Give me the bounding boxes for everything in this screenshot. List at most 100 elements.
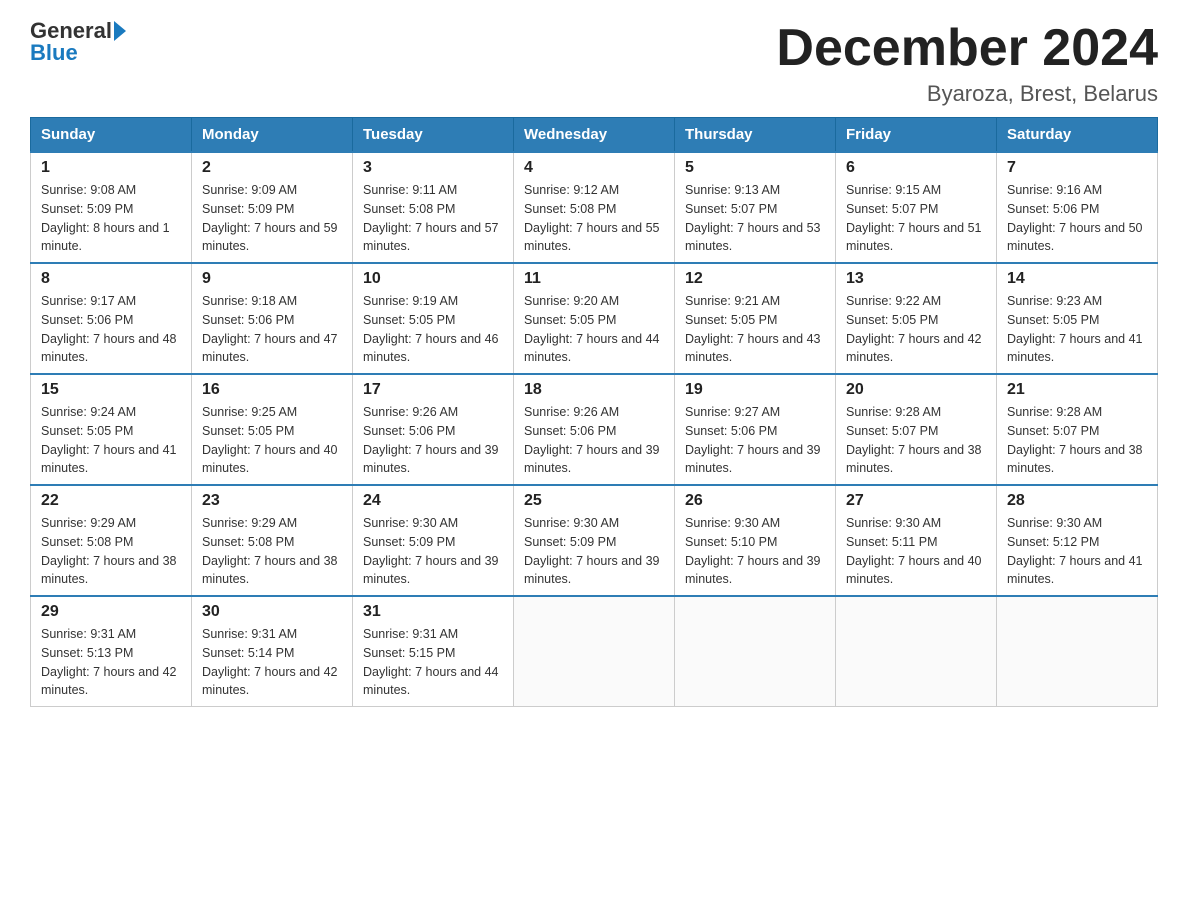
day-number: 22	[41, 492, 181, 510]
day-info: Sunrise: 9:30 AMSunset: 5:11 PMDaylight:…	[846, 514, 986, 589]
day-info: Sunrise: 9:26 AMSunset: 5:06 PMDaylight:…	[363, 403, 503, 478]
calendar-cell-week5-day4	[675, 596, 836, 707]
day-number: 4	[524, 159, 664, 177]
day-info: Sunrise: 9:12 AMSunset: 5:08 PMDaylight:…	[524, 181, 664, 256]
day-info: Sunrise: 9:29 AMSunset: 5:08 PMDaylight:…	[202, 514, 342, 589]
day-number: 23	[202, 492, 342, 510]
day-number: 6	[846, 159, 986, 177]
week-row-1: 1Sunrise: 9:08 AMSunset: 5:09 PMDaylight…	[31, 152, 1158, 263]
calendar-cell-week2-day4: 12 Sunrise: 9:21 AMSunset: 5:05 PMDayligh…	[675, 263, 836, 374]
day-info: Sunrise: 9:26 AMSunset: 5:06 PMDaylight:…	[524, 403, 664, 478]
day-info: Sunrise: 9:20 AMSunset: 5:05 PMDaylight:…	[524, 292, 664, 367]
calendar-cell-week3-day0: 15 Sunrise: 9:24 AMSunset: 5:05 PMDayligh…	[31, 374, 192, 485]
logo-arrow-icon	[114, 21, 126, 41]
day-info: Sunrise: 9:23 AMSunset: 5:05 PMDaylight:…	[1007, 292, 1147, 367]
day-number: 15	[41, 381, 181, 399]
calendar-cell-week5-day5	[836, 596, 997, 707]
calendar-cell-week5-day0: 29Sunrise: 9:31 AMSunset: 5:13 PMDayligh…	[31, 596, 192, 707]
logo: General Blue	[30, 20, 126, 64]
day-number: 25	[524, 492, 664, 510]
day-number: 10	[363, 270, 503, 288]
calendar-cell-week1-day1: 2Sunrise: 9:09 AMSunset: 5:09 PMDaylight…	[192, 152, 353, 263]
month-title: December 2024	[776, 20, 1158, 77]
calendar-cell-week4-day3: 25Sunrise: 9:30 AMSunset: 5:09 PMDayligh…	[514, 485, 675, 596]
day-number: 30	[202, 603, 342, 621]
day-info: Sunrise: 9:24 AMSunset: 5:05 PMDaylight:…	[41, 403, 181, 478]
day-number: 18	[524, 381, 664, 399]
calendar-cell-week4-day0: 22 Sunrise: 9:29 AMSunset: 5:08 PMDayligh…	[31, 485, 192, 596]
calendar-cell-week5-day3	[514, 596, 675, 707]
calendar-cell-week3-day2: 17 Sunrise: 9:26 AMSunset: 5:06 PMDayligh…	[353, 374, 514, 485]
header-sunday: Sunday	[31, 118, 192, 153]
page-header: General Blue December 2024 Byaroza, Bres…	[30, 20, 1158, 107]
calendar-cell-week4-day6: 28Sunrise: 9:30 AMSunset: 5:12 PMDayligh…	[997, 485, 1158, 596]
calendar-cell-week3-day4: 19 Sunrise: 9:27 AMSunset: 5:06 PMDayligh…	[675, 374, 836, 485]
calendar-cell-week5-day1: 30 Sunrise: 9:31 AMSunset: 5:14 PMDayligh…	[192, 596, 353, 707]
day-info: Sunrise: 9:15 AMSunset: 5:07 PMDaylight:…	[846, 181, 986, 256]
calendar-header-row: SundayMondayTuesdayWednesdayThursdayFrid…	[31, 118, 1158, 153]
calendar-cell-week2-day3: 11 Sunrise: 9:20 AMSunset: 5:05 PMDayligh…	[514, 263, 675, 374]
day-number: 13	[846, 270, 986, 288]
calendar-cell-week4-day4: 26 Sunrise: 9:30 AMSunset: 5:10 PMDayligh…	[675, 485, 836, 596]
calendar-cell-week1-day2: 3Sunrise: 9:11 AMSunset: 5:08 PMDaylight…	[353, 152, 514, 263]
calendar-cell-week3-day1: 16Sunrise: 9:25 AMSunset: 5:05 PMDayligh…	[192, 374, 353, 485]
day-info: Sunrise: 9:31 AMSunset: 5:14 PMDaylight:…	[202, 625, 342, 700]
day-info: Sunrise: 9:27 AMSunset: 5:06 PMDaylight:…	[685, 403, 825, 478]
day-info: Sunrise: 9:31 AMSunset: 5:13 PMDaylight:…	[41, 625, 181, 700]
day-number: 26	[685, 492, 825, 510]
logo-general: General	[30, 20, 112, 42]
day-number: 27	[846, 492, 986, 510]
day-number: 17	[363, 381, 503, 399]
calendar-cell-week2-day1: 9 Sunrise: 9:18 AMSunset: 5:06 PMDaylight…	[192, 263, 353, 374]
day-info: Sunrise: 9:21 AMSunset: 5:05 PMDaylight:…	[685, 292, 825, 367]
calendar-cell-week3-day3: 18 Sunrise: 9:26 AMSunset: 5:06 PMDayligh…	[514, 374, 675, 485]
day-number: 11	[524, 270, 664, 288]
header-wednesday: Wednesday	[514, 118, 675, 153]
calendar-cell-week2-day0: 8Sunrise: 9:17 AMSunset: 5:06 PMDaylight…	[31, 263, 192, 374]
day-info: Sunrise: 9:28 AMSunset: 5:07 PMDaylight:…	[846, 403, 986, 478]
day-number: 20	[846, 381, 986, 399]
day-info: Sunrise: 9:08 AMSunset: 5:09 PMDaylight:…	[41, 181, 181, 256]
day-number: 19	[685, 381, 825, 399]
day-number: 14	[1007, 270, 1147, 288]
day-number: 8	[41, 270, 181, 288]
day-info: Sunrise: 9:29 AMSunset: 5:08 PMDaylight:…	[41, 514, 181, 589]
calendar-cell-week3-day6: 21 Sunrise: 9:28 AMSunset: 5:07 PMDayligh…	[997, 374, 1158, 485]
header-monday: Monday	[192, 118, 353, 153]
day-info: Sunrise: 9:28 AMSunset: 5:07 PMDaylight:…	[1007, 403, 1147, 478]
calendar-cell-week1-day3: 4 Sunrise: 9:12 AMSunset: 5:08 PMDaylight…	[514, 152, 675, 263]
week-row-2: 8Sunrise: 9:17 AMSunset: 5:06 PMDaylight…	[31, 263, 1158, 374]
day-info: Sunrise: 9:31 AMSunset: 5:15 PMDaylight:…	[363, 625, 503, 700]
day-number: 31	[363, 603, 503, 621]
calendar-cell-week1-day4: 5Sunrise: 9:13 AMSunset: 5:07 PMDaylight…	[675, 152, 836, 263]
calendar-cell-week1-day5: 6 Sunrise: 9:15 AMSunset: 5:07 PMDaylight…	[836, 152, 997, 263]
calendar-cell-week4-day1: 23 Sunrise: 9:29 AMSunset: 5:08 PMDayligh…	[192, 485, 353, 596]
header-friday: Friday	[836, 118, 997, 153]
calendar-cell-week1-day6: 7Sunrise: 9:16 AMSunset: 5:06 PMDaylight…	[997, 152, 1158, 263]
calendar-cell-week2-day2: 10 Sunrise: 9:19 AMSunset: 5:05 PMDayligh…	[353, 263, 514, 374]
day-number: 5	[685, 159, 825, 177]
day-number: 12	[685, 270, 825, 288]
title-block: December 2024 Byaroza, Brest, Belarus	[776, 20, 1158, 107]
day-number: 9	[202, 270, 342, 288]
logo-blue: Blue	[30, 42, 126, 64]
day-number: 16	[202, 381, 342, 399]
calendar-cell-week2-day5: 13Sunrise: 9:22 AMSunset: 5:05 PMDayligh…	[836, 263, 997, 374]
day-info: Sunrise: 9:30 AMSunset: 5:10 PMDaylight:…	[685, 514, 825, 589]
header-saturday: Saturday	[997, 118, 1158, 153]
day-info: Sunrise: 9:18 AMSunset: 5:06 PMDaylight:…	[202, 292, 342, 367]
location-subtitle: Byaroza, Brest, Belarus	[776, 81, 1158, 107]
day-number: 3	[363, 159, 503, 177]
week-row-5: 29Sunrise: 9:31 AMSunset: 5:13 PMDayligh…	[31, 596, 1158, 707]
calendar-cell-week2-day6: 14 Sunrise: 9:23 AMSunset: 5:05 PMDayligh…	[997, 263, 1158, 374]
day-number: 28	[1007, 492, 1147, 510]
day-info: Sunrise: 9:16 AMSunset: 5:06 PMDaylight:…	[1007, 181, 1147, 256]
day-info: Sunrise: 9:30 AMSunset: 5:09 PMDaylight:…	[363, 514, 503, 589]
day-info: Sunrise: 9:09 AMSunset: 5:09 PMDaylight:…	[202, 181, 342, 256]
calendar-cell-week5-day6	[997, 596, 1158, 707]
calendar-cell-week4-day2: 24Sunrise: 9:30 AMSunset: 5:09 PMDayligh…	[353, 485, 514, 596]
day-number: 21	[1007, 381, 1147, 399]
day-info: Sunrise: 9:19 AMSunset: 5:05 PMDaylight:…	[363, 292, 503, 367]
week-row-4: 22 Sunrise: 9:29 AMSunset: 5:08 PMDayligh…	[31, 485, 1158, 596]
calendar-table: SundayMondayTuesdayWednesdayThursdayFrid…	[30, 117, 1158, 707]
